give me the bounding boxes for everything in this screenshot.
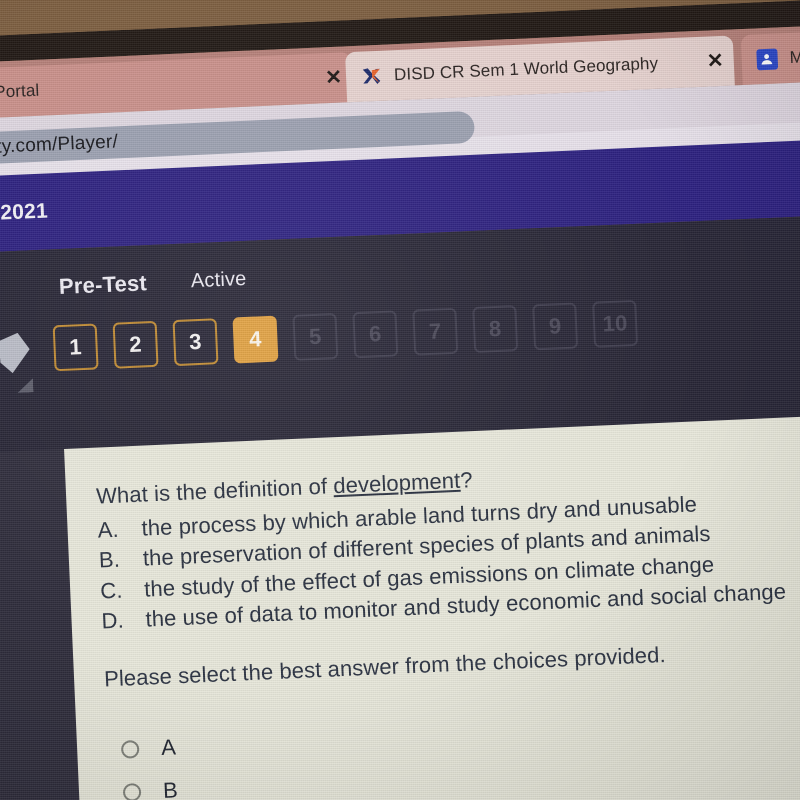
pager-button-2[interactable]: 2 [112, 320, 159, 369]
close-icon[interactable]: ✕ [325, 67, 343, 90]
tab-title: Clever | Portal [0, 80, 40, 105]
pager-button-6: 6 [352, 310, 399, 359]
assignment-status: Active [190, 267, 247, 292]
pager-button-7: 7 [412, 307, 459, 356]
google-classroom-icon [755, 47, 778, 70]
pager-button-8: 8 [472, 305, 519, 353]
instruction-text: Please select the best answer from the c… [103, 642, 667, 692]
url-text: genuity.com/Player/ [0, 131, 119, 160]
answer-option-label: B [162, 777, 179, 800]
edgenuity-icon [360, 65, 383, 88]
pager-button-10: 10 [592, 299, 639, 348]
question-pager: 1 2 3 4 5 6 7 8 9 10 [52, 299, 639, 372]
radio-button-icon[interactable] [120, 739, 140, 759]
tab-title: ME [789, 46, 800, 67]
answer-option-label: A [160, 734, 177, 760]
choice-letter: C. [99, 577, 123, 604]
pager-button-9: 9 [532, 302, 579, 351]
assessment-body: Pre-Test Active 1 2 3 4 5 6 7 8 9 10 What is the … [0, 212, 800, 800]
question-card: What is the definition of development? A… [64, 412, 800, 800]
tab-title: DISD CR Sem 1 World Geography [393, 53, 659, 85]
stem-keyword: development [332, 467, 461, 499]
browser-tab-classroom[interactable]: ME [740, 26, 800, 86]
answer-options: ABC [106, 695, 800, 800]
pager-button-3[interactable]: 3 [172, 318, 219, 367]
close-icon[interactable]: ✕ [706, 50, 724, 73]
course-title: phy 2020-2021 [0, 199, 49, 228]
laptop-photo: C Clever | Portal ✕ DISD CR Sem 1 World … [0, 0, 800, 800]
laptop-screen: C Clever | Portal ✕ DISD CR Sem 1 World … [0, 0, 800, 800]
progress-marker-shadow [17, 378, 34, 393]
pager-button-1[interactable]: 1 [52, 323, 99, 372]
choice-letter: B. [98, 546, 121, 573]
choice-letter: A. [97, 516, 120, 543]
progress-marker-icon [0, 332, 31, 373]
stem-suffix: ? [459, 467, 474, 493]
pager-button-4[interactable]: 4 [232, 315, 279, 364]
pager-button-5: 5 [292, 312, 339, 361]
assignment-name: Pre-Test [58, 270, 148, 300]
choice-letter: D. [101, 607, 125, 634]
radio-button-icon[interactable] [122, 782, 142, 800]
stem-prefix: What is the definition of [95, 473, 334, 509]
